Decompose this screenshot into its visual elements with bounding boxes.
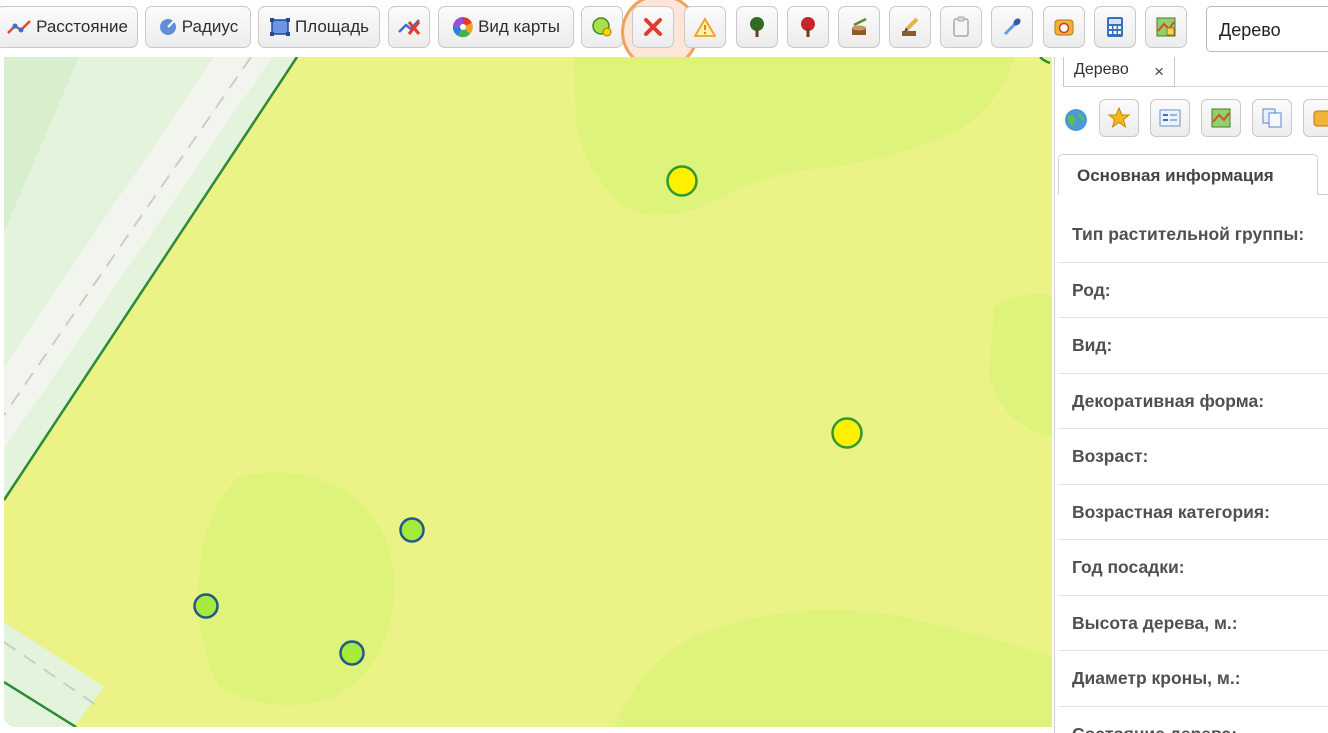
field-age-category: Возрастная категория: bbox=[1058, 485, 1328, 540]
tree-icon bbox=[750, 17, 764, 37]
warning-button[interactable] bbox=[684, 6, 726, 48]
distance-button-label: Расстояние bbox=[36, 17, 128, 36]
tab-tree-label: Дерево bbox=[1074, 61, 1129, 78]
map-view-button-label: Вид карты bbox=[478, 17, 560, 36]
field-tree-height: Высота дерева, м.: bbox=[1058, 596, 1328, 651]
panel-toolbar bbox=[1055, 95, 1328, 141]
area-square-icon bbox=[269, 18, 290, 36]
tree-marker-yellow[interactable] bbox=[666, 165, 698, 197]
clear-measure-button[interactable] bbox=[388, 6, 430, 48]
field-vegetation-group-type: Тип растительной группы: bbox=[1058, 207, 1328, 263]
copy-button[interactable] bbox=[1252, 99, 1292, 137]
layer-select-value: Дерево bbox=[1219, 20, 1281, 40]
calculator-button[interactable] bbox=[1094, 6, 1136, 48]
tree-red-icon bbox=[801, 17, 815, 37]
measure-clear-icon bbox=[398, 19, 421, 35]
tree-marker-green[interactable] bbox=[339, 640, 365, 666]
photo-panel-button[interactable] bbox=[1303, 99, 1328, 137]
select-objects-button[interactable] bbox=[581, 6, 623, 48]
field-crown-diameter: Диаметр кроны, м.: bbox=[1058, 651, 1328, 707]
clipboard-icon bbox=[953, 16, 969, 37]
field-genus: Род: bbox=[1058, 263, 1328, 318]
color-wheel-icon bbox=[452, 16, 473, 38]
select-shape-icon bbox=[592, 17, 612, 37]
star-icon bbox=[1108, 107, 1130, 129]
copy-icon bbox=[1262, 108, 1282, 128]
area-button[interactable]: Площадь bbox=[258, 6, 380, 48]
tree-marker-green[interactable] bbox=[193, 593, 219, 619]
ruler-distance-icon bbox=[7, 20, 31, 34]
info-tab-divider bbox=[1318, 194, 1328, 195]
stump-icon bbox=[852, 17, 867, 35]
tab-close-icon[interactable]: × bbox=[1154, 62, 1164, 82]
radius-icon bbox=[159, 19, 176, 35]
edit-pencil-icon bbox=[902, 17, 919, 36]
area-button-label: Площадь bbox=[294, 17, 369, 36]
tab-basic-info[interactable]: Основная информация bbox=[1058, 154, 1318, 195]
field-planting-year: Год посадки: bbox=[1058, 540, 1328, 596]
camera-icon bbox=[1054, 19, 1074, 36]
gis-app: Расстояние Радиус Площадь Вид карты Дере… bbox=[0, 0, 1328, 733]
camera-icon bbox=[1313, 110, 1328, 127]
pipette-icon bbox=[1003, 18, 1021, 36]
field-age: Возраст: bbox=[1058, 429, 1328, 485]
radius-button[interactable]: Радиус bbox=[145, 6, 251, 48]
cut-tree-button[interactable] bbox=[838, 6, 880, 48]
delete-button[interactable] bbox=[632, 6, 674, 48]
photo-button[interactable] bbox=[1043, 6, 1085, 48]
main-toolbar: Расстояние Радиус Площадь Вид карты Дере… bbox=[0, 0, 1328, 70]
distance-button[interactable]: Расстояние bbox=[0, 6, 138, 48]
calculator-icon bbox=[1107, 17, 1123, 37]
remove-tree-button[interactable] bbox=[787, 6, 829, 48]
map-picture-icon bbox=[1156, 17, 1176, 37]
field-tree-condition: Состояние дерева: bbox=[1058, 707, 1328, 733]
form-icon bbox=[1159, 109, 1181, 127]
delete-x-icon bbox=[644, 18, 662, 36]
tab-divider bbox=[1175, 86, 1328, 87]
attribute-list: Тип растительной группы: Род: Вид: Декор… bbox=[1058, 207, 1328, 733]
add-tree-button[interactable] bbox=[736, 6, 778, 48]
map-view-button[interactable]: Вид карты bbox=[438, 6, 574, 48]
map-canvas[interactable] bbox=[4, 57, 1052, 727]
object-info-panel: Дерево × Основная информация Тип растите… bbox=[1054, 57, 1328, 733]
clipboard-button[interactable] bbox=[940, 6, 982, 48]
tree-marker-green[interactable] bbox=[399, 517, 425, 543]
tab-tree[interactable]: Дерево × bbox=[1063, 57, 1175, 87]
tab-basic-info-label: Основная информация bbox=[1077, 166, 1274, 185]
tree-marker-yellow[interactable] bbox=[831, 417, 863, 449]
field-decorative-form: Декоративная форма: bbox=[1058, 374, 1328, 429]
layer-select[interactable]: Дерево bbox=[1206, 6, 1328, 52]
radius-button-label: Радиус bbox=[181, 17, 239, 36]
map-export-button[interactable] bbox=[1145, 6, 1187, 48]
warning-triangle-icon bbox=[694, 17, 716, 37]
globe-icon[interactable] bbox=[1063, 107, 1089, 138]
map-svg[interactable] bbox=[4, 57, 1052, 727]
field-species: Вид: bbox=[1058, 318, 1328, 374]
pipette-button[interactable] bbox=[991, 6, 1033, 48]
map-picture-icon bbox=[1211, 108, 1231, 128]
favorite-button[interactable] bbox=[1099, 99, 1139, 137]
attributes-button[interactable] bbox=[1150, 99, 1190, 137]
map-image-button[interactable] bbox=[1201, 99, 1241, 137]
edit-tree-button[interactable] bbox=[889, 6, 931, 48]
